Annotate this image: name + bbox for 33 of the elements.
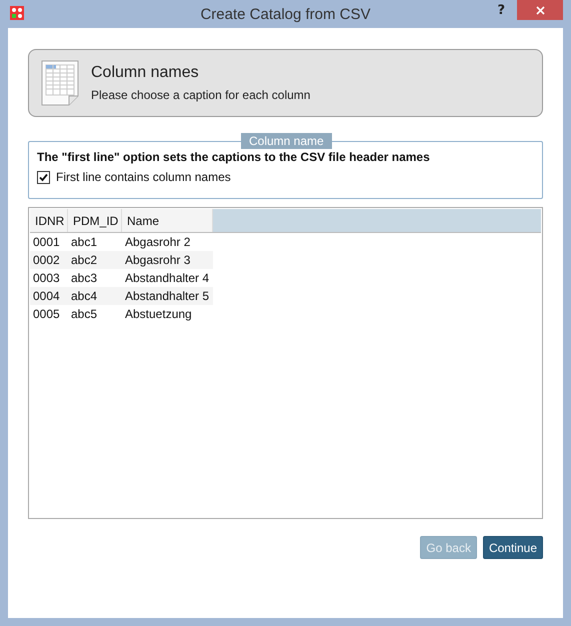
- table-cell-text: Abstandhalter 4: [124, 270, 210, 287]
- group-legend: Column name: [241, 133, 332, 149]
- group-description: The "first line" option sets the captions to the CSV file header names: [37, 150, 431, 164]
- checkbox-label[interactable]: First line contains column names: [56, 170, 231, 184]
- column-header[interactable]: IDNR: [30, 209, 68, 232]
- table-cell-text: Abstuetzung: [124, 306, 193, 323]
- table-cell-text: Abgasrohr 3: [124, 252, 192, 269]
- table-cell-text: Abstandhalter 5: [124, 288, 210, 305]
- help-button[interactable]: ?: [497, 3, 505, 18]
- table-cell-text: abc4: [70, 288, 98, 305]
- column-header[interactable]: Name: [122, 209, 213, 232]
- table-cell-text: abc5: [70, 306, 98, 323]
- table-cell-text: 0001: [32, 234, 61, 251]
- continue-button[interactable]: Continue: [482, 536, 543, 559]
- step-subtitle: Please choose a caption for each column: [91, 88, 310, 102]
- table-cell-text: abc3: [70, 270, 98, 287]
- table-cell-text: 0003: [32, 270, 61, 287]
- table-cell-text: 0002: [32, 252, 61, 269]
- table-cell-text: Abgasrohr 2: [124, 234, 192, 251]
- table-row[interactable]: 0002 abc2 Abgasrohr 3: [30, 251, 213, 269]
- checkbox[interactable]: [37, 170, 50, 184]
- step-title: Column names: [91, 64, 200, 82]
- window-title: Create Catalog from CSV: [200, 6, 371, 22]
- table-cell-text: 0004: [32, 288, 61, 305]
- app-icon: [10, 6, 24, 20]
- close-button[interactable]: [517, 0, 563, 20]
- table-cell-text: abc2: [70, 252, 98, 269]
- table-cell-text: 0005: [32, 306, 61, 323]
- column-header[interactable]: PDM_ID: [68, 209, 122, 232]
- table-row[interactable]: 0004 abc4 Abstandhalter 5: [30, 287, 213, 305]
- spreadsheet-icon: [41, 60, 79, 106]
- table-cell-text: abc1: [70, 234, 98, 251]
- close-icon: [536, 6, 544, 14]
